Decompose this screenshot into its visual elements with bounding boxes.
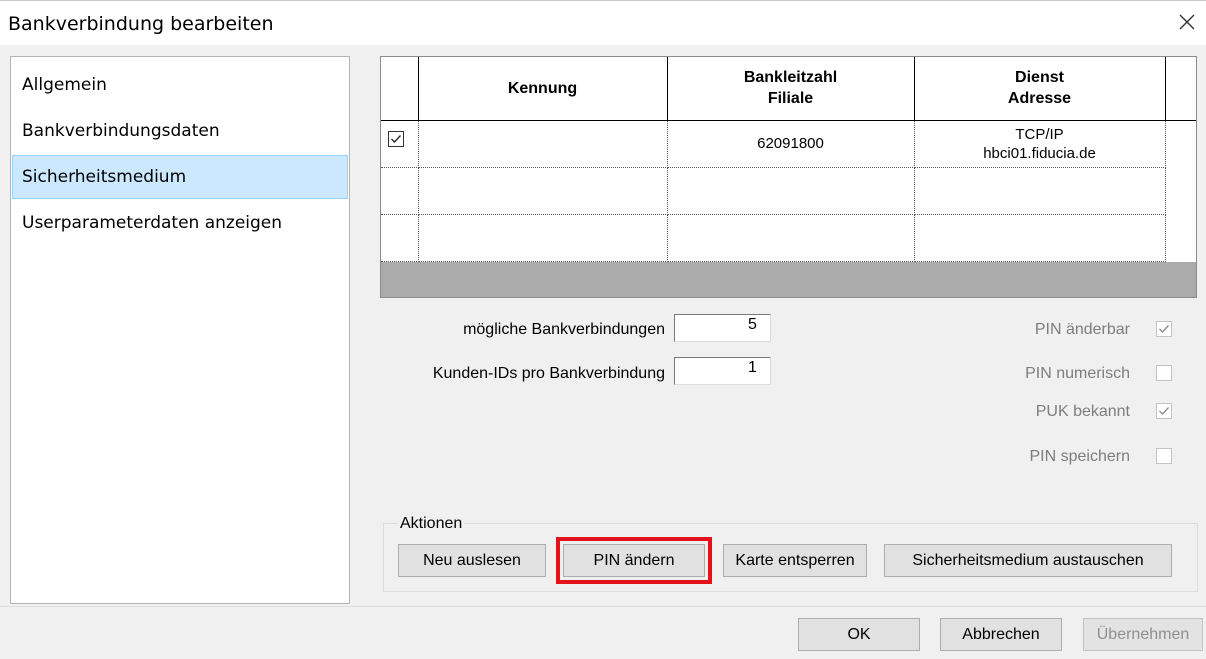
- grid-header-select: [381, 57, 419, 121]
- checkmark-icon: [391, 134, 401, 143]
- column-header-bankleitzahl[interactable]: Bankleitzahl Filiale: [667, 57, 915, 121]
- cell-kennung: [418, 167, 668, 215]
- table-row[interactable]: [381, 167, 1196, 215]
- kunden-ids-field[interactable]: 1: [674, 357, 771, 385]
- checkmark-icon: [1159, 407, 1169, 415]
- cell-bankleitzahl: 62091800: [667, 120, 915, 168]
- sidebar-item-sicherheitsmedium[interactable]: Sicherheitsmedium: [12, 155, 348, 199]
- pin-speichern-checkbox[interactable]: [1156, 448, 1172, 464]
- pin-aendern-button[interactable]: PIN ändern: [556, 537, 712, 584]
- pin-numerisch-checkbox[interactable]: [1156, 365, 1172, 381]
- row-filler: [1165, 214, 1196, 261]
- sidebar-item-userparameterdaten[interactable]: Userparameterdaten anzeigen: [12, 201, 348, 245]
- footer-separator: [0, 606, 1206, 607]
- checkmark-icon: [1159, 325, 1169, 333]
- abbrechen-button[interactable]: Abbrechen: [940, 618, 1062, 651]
- sidebar-nav: Allgemein Bankverbindungsdaten Sicherhei…: [10, 56, 350, 604]
- close-icon[interactable]: [1174, 9, 1200, 35]
- row-checkbox[interactable]: [388, 130, 404, 147]
- dialog-window: Bankverbindung bearbeiten Allgemein Bank…: [0, 0, 1206, 659]
- cell-dienst: [914, 214, 1166, 262]
- row-filler: [1165, 167, 1196, 214]
- table-row[interactable]: [381, 214, 1196, 262]
- title-bar: Bankverbindung bearbeiten: [0, 1, 1206, 45]
- cell-bankleitzahl: [667, 214, 915, 262]
- uebernehmen-button[interactable]: Übernehmen: [1083, 618, 1203, 651]
- cell-dienst: [914, 167, 1166, 215]
- pin-speichern-label: PIN speichern: [1029, 448, 1131, 465]
- kunden-ids-label: Kunden-IDs pro Bankverbindung: [432, 365, 665, 382]
- sidebar-item-bankverbindungsdaten[interactable]: Bankverbindungsdaten: [12, 109, 348, 153]
- grid-table: Kennung Bankleitzahl Filiale Dienst Adre…: [381, 57, 1196, 262]
- row-filler: [1165, 120, 1196, 167]
- row-select-cell[interactable]: [381, 214, 419, 262]
- row-select-cell[interactable]: [381, 167, 419, 215]
- column-header-kennung[interactable]: Kennung: [418, 57, 668, 121]
- row-select-cell[interactable]: [381, 120, 419, 168]
- aktionen-group-label: Aktionen: [398, 515, 465, 533]
- table-row[interactable]: 62091800 TCP/IP hbci01.fiducia.de: [381, 120, 1196, 168]
- cell-kennung: [418, 214, 668, 262]
- grid-header-row: Kennung Bankleitzahl Filiale Dienst Adre…: [381, 57, 1196, 121]
- cell-kennung: [418, 120, 668, 168]
- bank-connection-grid: Kennung Bankleitzahl Filiale Dienst Adre…: [380, 56, 1197, 298]
- ok-button[interactable]: OK: [798, 618, 920, 651]
- column-header-dienst[interactable]: Dienst Adresse: [914, 57, 1166, 121]
- sicherheitsmedium-austauschen-button[interactable]: Sicherheitsmedium austauschen: [884, 544, 1172, 577]
- cell-dienst: TCP/IP hbci01.fiducia.de: [914, 120, 1166, 168]
- pin-numerisch-label: PIN numerisch: [1025, 365, 1130, 382]
- moegliche-bankverbindungen-field[interactable]: 5: [674, 314, 771, 342]
- sidebar-item-allgemein[interactable]: Allgemein: [12, 63, 348, 107]
- window-title: Bankverbindung bearbeiten: [8, 13, 274, 35]
- neu-auslesen-button[interactable]: Neu auslesen: [398, 544, 546, 577]
- pin-aenderbar-label: PIN änderbar: [1034, 321, 1130, 338]
- puk-bekannt-checkbox[interactable]: [1156, 403, 1172, 419]
- grid-header-filler: [1165, 57, 1196, 121]
- puk-bekannt-label: PUK bekannt: [1035, 403, 1130, 420]
- karte-entsperren-button[interactable]: Karte entsperren: [723, 544, 867, 577]
- moegliche-bankverbindungen-label: mögliche Bankverbindungen: [463, 321, 665, 338]
- cell-bankleitzahl: [667, 167, 915, 215]
- pin-aenderbar-checkbox[interactable]: [1156, 321, 1172, 337]
